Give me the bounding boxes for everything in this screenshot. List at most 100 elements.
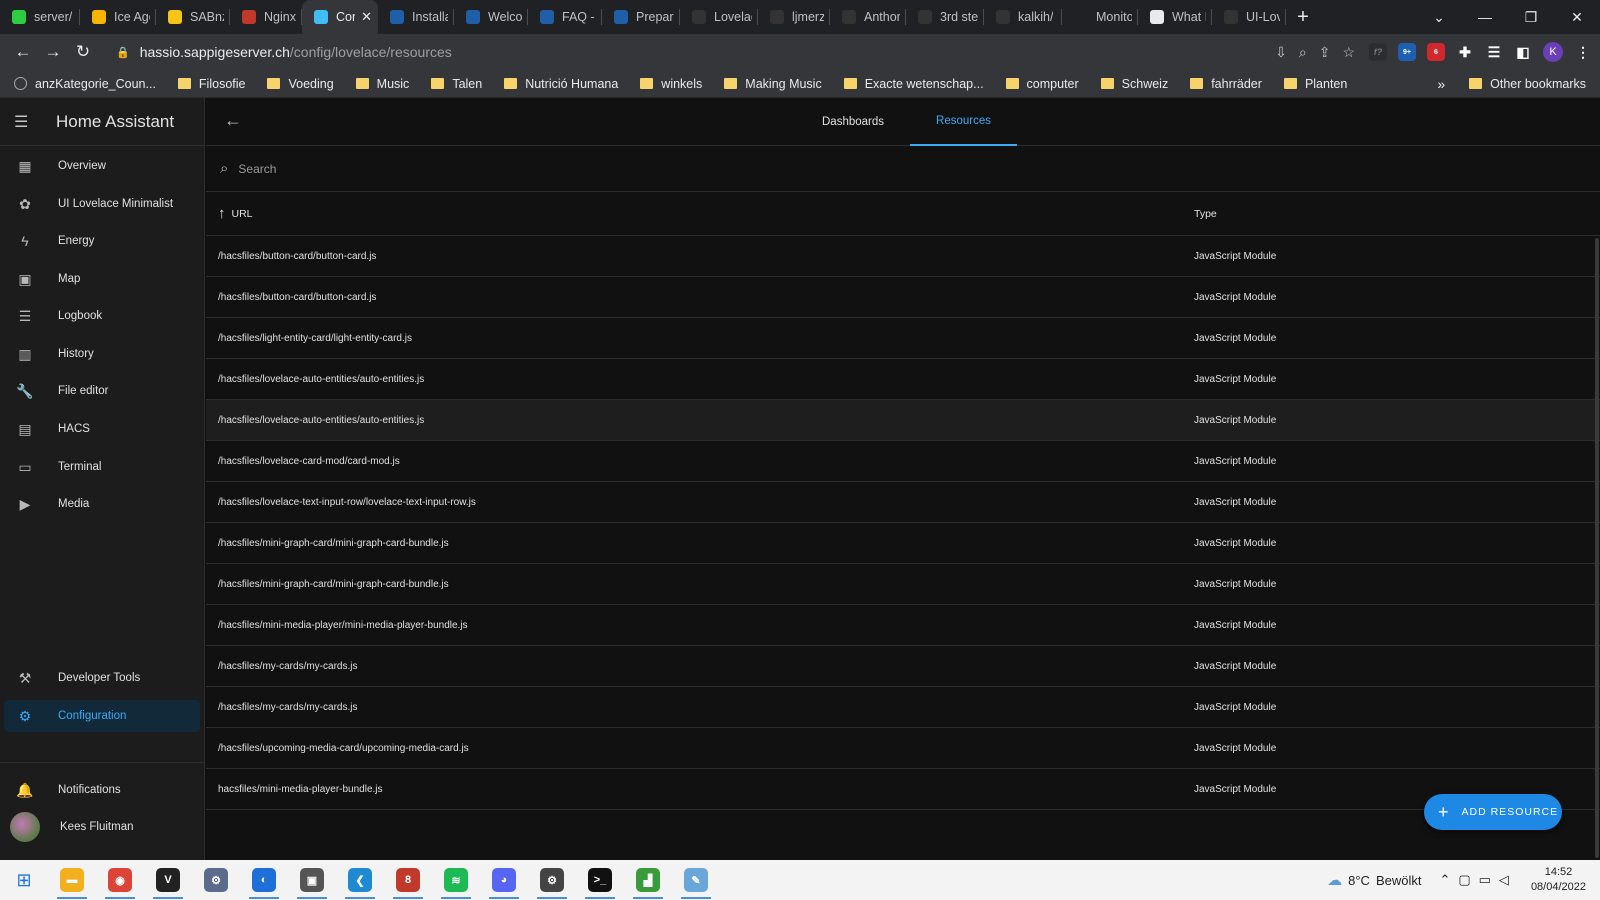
browser-tab[interactable]: Welcon <box>454 0 528 34</box>
table-row[interactable]: hacsfiles/mini-media-player-bundle.js Jav… <box>206 769 1600 810</box>
taskbar-app[interactable]: ◕ <box>480 860 528 900</box>
sidebar-item-terminal[interactable]: ▭ Terminal <box>4 451 200 483</box>
browser-tab[interactable]: kalkih/ <box>984 0 1062 34</box>
new-tab-button[interactable]: + <box>1286 0 1320 34</box>
back-arrow-icon[interactable]: ← <box>224 110 242 131</box>
sidebar-item-developer-tools[interactable]: ⚒ Developer Tools <box>4 662 200 694</box>
sidebar-item-profile[interactable]: Kees Fluitman <box>4 811 200 843</box>
bookmark-star-icon[interactable]: ☆ <box>1342 44 1355 61</box>
taskbar-app[interactable]: ⚙ <box>528 860 576 900</box>
bookmarks-overflow-button[interactable]: » <box>1437 76 1445 92</box>
bookmark-item[interactable]: winkels <box>640 77 702 91</box>
taskbar-app[interactable]: 8 <box>384 860 432 900</box>
bookmark-item[interactable]: Schweiz <box>1100 77 1168 91</box>
side-panel-icon[interactable]: ◧ <box>1514 43 1532 61</box>
table-row[interactable]: /hacsfiles/lovelace-auto-entities/auto-e… <box>206 400 1600 441</box>
zoom-icon[interactable]: ⌕ <box>1299 44 1307 61</box>
sidebar-item-map[interactable]: ▣ Map <box>4 263 200 295</box>
table-row[interactable]: /hacsfiles/button-card/button-card.js Jav… <box>206 236 1600 277</box>
bookmark-item[interactable]: Music <box>355 77 409 91</box>
taskbar-app[interactable]: ≋ <box>432 860 480 900</box>
bookmark-item[interactable]: Talen <box>431 77 482 91</box>
weather-widget[interactable]: ☁ 8°C Bewölkt <box>1327 871 1421 889</box>
tab-resources[interactable]: Resources <box>910 98 1017 146</box>
reading-list-icon[interactable]: ☰ <box>1485 43 1503 61</box>
table-row[interactable]: /hacsfiles/my-cards/my-cards.js JavaScrip… <box>206 646 1600 687</box>
browser-tab[interactable]: Anthor <box>830 0 906 34</box>
table-row[interactable]: /hacsfiles/button-card/button-card.js Jav… <box>206 277 1600 318</box>
profile-avatar[interactable]: K <box>1543 42 1563 62</box>
table-row[interactable]: /hacsfiles/lovelace-auto-entities/auto-e… <box>206 359 1600 400</box>
sidebar-item-history[interactable]: ▥ History <box>4 338 200 370</box>
extensions-puzzle-icon[interactable]: ✚ <box>1456 43 1474 61</box>
adblock-extension-icon[interactable]: 6 <box>1427 43 1445 61</box>
column-header-url[interactable]: ↑ URL <box>218 205 253 222</box>
menu-toggle-icon[interactable]: ☰ <box>14 112 44 132</box>
tab-dashboards[interactable]: Dashboards <box>796 98 910 146</box>
start-button[interactable]: ⊞ <box>0 860 48 900</box>
browser-tab[interactable]: server/ <box>0 0 80 34</box>
tab-search-icon[interactable]: ⌄ <box>1416 9 1462 26</box>
browser-tab[interactable]: SABnzbd <box>156 0 230 34</box>
taskbar-app[interactable]: >_ <box>576 860 624 900</box>
scrollbar[interactable] <box>1595 238 1599 858</box>
extension-f-icon[interactable]: f? <box>1369 43 1387 61</box>
table-row[interactable]: /hacsfiles/lovelace-text-input-row/lovel… <box>206 482 1600 523</box>
tab-close-icon[interactable]: ✕ <box>361 9 372 25</box>
share-icon[interactable]: ⇪ <box>1319 44 1331 61</box>
sidebar-item-energy[interactable]: ϟ Energy <box>4 225 200 257</box>
search-bar[interactable]: ⌕ Search <box>206 146 1600 192</box>
bookmark-item[interactable]: Planten <box>1283 77 1347 91</box>
browser-tab[interactable]: Ice Age <box>80 0 156 34</box>
table-row[interactable]: /hacsfiles/mini-graph-card/mini-graph-ca… <box>206 564 1600 605</box>
address-bar[interactable]: 🔒 hassio.sappigeserver.ch/config/lovelac… <box>106 38 1268 66</box>
column-header-type[interactable]: Type <box>1194 208 1217 220</box>
sidebar-item-media[interactable]: ▶ Media <box>4 488 200 520</box>
reload-button[interactable]: ↻ <box>68 37 98 67</box>
sidebar-item-notifications[interactable]: 🔔 Notifications <box>4 774 200 806</box>
taskbar-app[interactable]: V <box>144 860 192 900</box>
taskbar-app[interactable]: ⚙ <box>192 860 240 900</box>
browser-menu-icon[interactable]: ⋮ <box>1574 43 1592 61</box>
bookmark-item[interactable]: Exacte wetenschap... <box>843 77 984 91</box>
browser-tab[interactable]: UI-Lov <box>1212 0 1286 34</box>
lock-icon[interactable]: 🔒 <box>116 46 130 59</box>
browser-tab[interactable]: ljmerza <box>758 0 830 34</box>
clock[interactable]: 14:52 08/04/2022 <box>1531 865 1586 895</box>
bookmark-item[interactable]: Filosofie <box>177 77 245 91</box>
browser-tab[interactable]: What I <box>1138 0 1212 34</box>
browser-tab[interactable]: Lovelac <box>680 0 758 34</box>
browser-tab[interactable]: Installa <box>378 0 454 34</box>
bookmark-item[interactable]: Voeding <box>267 77 334 91</box>
minimize-icon[interactable]: — <box>1462 9 1508 25</box>
taskbar-app[interactable]: ▟ <box>624 860 672 900</box>
close-window-icon[interactable]: ✕ <box>1554 9 1600 26</box>
bookmark-item[interactable]: fahrräder <box>1190 77 1262 91</box>
browser-tab[interactable]: FAQ - U <box>528 0 602 34</box>
taskbar-app[interactable]: ▬ <box>48 860 96 900</box>
sidebar-item-ui-lovelace-minimalist[interactable]: ✿ UI Lovelace Minimalist <box>4 188 200 220</box>
browser-tab[interactable]: Nginx P <box>230 0 302 34</box>
taskbar-app[interactable]: ◉ <box>96 860 144 900</box>
browser-tab[interactable]: Con ✕ <box>302 0 378 34</box>
restore-icon[interactable]: ❐ <box>1508 9 1554 26</box>
sidebar-item-logbook[interactable]: ☰ Logbook <box>4 300 200 332</box>
bookmark-item[interactable]: computer <box>1005 77 1079 91</box>
browser-tab[interactable]: 3rd step <box>906 0 984 34</box>
table-row[interactable]: /hacsfiles/my-cards/my-cards.js JavaScrip… <box>206 687 1600 728</box>
back-button[interactable]: ← <box>8 37 38 67</box>
taskbar-app[interactable]: ❮ <box>336 860 384 900</box>
system-tray-icons[interactable]: ⌃▢▭◁ <box>1439 872 1516 888</box>
taskbar-app[interactable]: ▣ <box>288 860 336 900</box>
table-row[interactable]: /hacsfiles/light-entity-card/light-entit… <box>206 318 1600 359</box>
table-row[interactable]: /hacsfiles/lovelace-card-mod/card-mod.js… <box>206 441 1600 482</box>
search-input[interactable]: Search <box>238 162 276 176</box>
taskbar-app[interactable]: ◐ <box>240 860 288 900</box>
table-row[interactable]: /hacsfiles/upcoming-media-card/upcoming-… <box>206 728 1600 769</box>
bitwarden-extension-icon[interactable]: 9+ <box>1398 43 1416 61</box>
sidebar-item-file-editor[interactable]: 🔧 File editor <box>4 375 200 407</box>
table-row[interactable]: /hacsfiles/mini-graph-card/mini-graph-ca… <box>206 523 1600 564</box>
taskbar-app[interactable]: ✎ <box>672 860 720 900</box>
bookmark-item[interactable]: Making Music <box>724 77 822 91</box>
table-row[interactable]: /hacsfiles/mini-media-player/mini-media-… <box>206 605 1600 646</box>
